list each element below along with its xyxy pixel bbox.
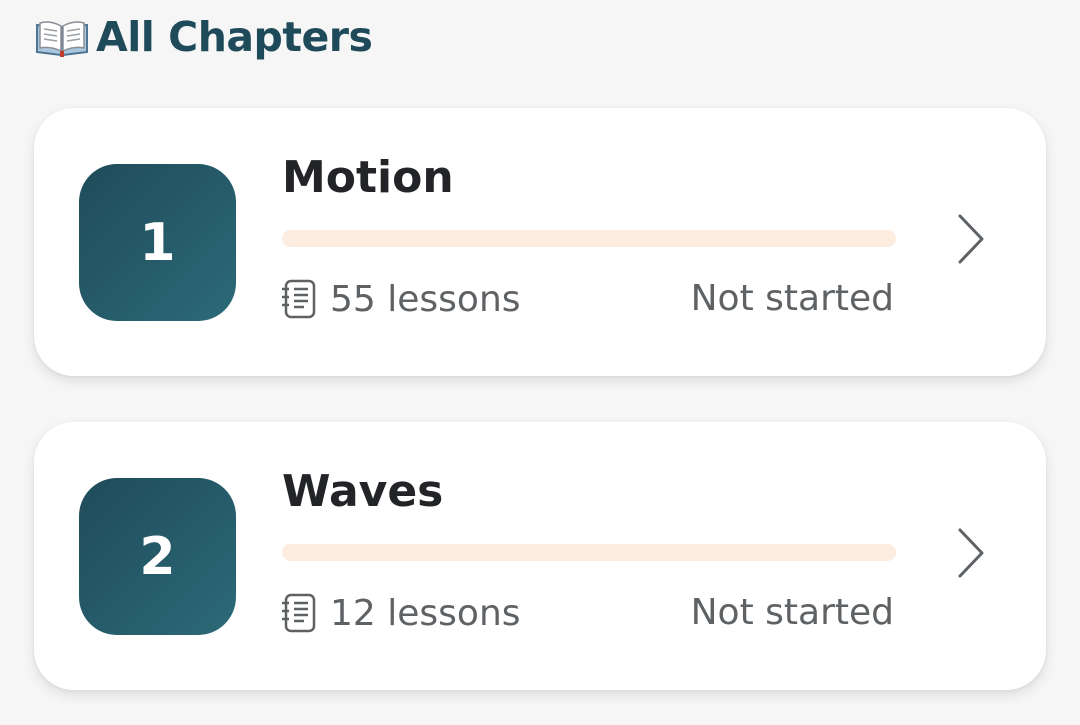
lesson-count: 55 lessons bbox=[280, 274, 521, 324]
chapter-progress-bar bbox=[282, 230, 896, 247]
chapter-card-motion[interactable]: 1 Motion 55 lessons Not started bbox=[34, 108, 1046, 376]
chapter-number-badge: 1 bbox=[79, 164, 236, 321]
chapter-progress-bar bbox=[282, 544, 896, 561]
lesson-count-text: 55 lessons bbox=[330, 278, 521, 320]
page-header: All Chapters bbox=[34, 10, 373, 64]
lesson-count-text: 12 lessons bbox=[330, 592, 521, 634]
lesson-list-icon bbox=[280, 592, 318, 634]
chapter-status: Not started bbox=[690, 592, 894, 633]
page-title: All Chapters bbox=[96, 13, 373, 61]
lesson-list-icon bbox=[280, 278, 318, 320]
chapter-status: Not started bbox=[690, 278, 894, 319]
open-book-icon bbox=[34, 17, 90, 57]
chapter-card-waves[interactable]: 2 Waves 12 lessons Not started bbox=[34, 422, 1046, 690]
lesson-count: 12 lessons bbox=[280, 588, 521, 638]
chevron-right-icon[interactable] bbox=[952, 212, 992, 266]
chapter-title: Motion bbox=[282, 152, 454, 203]
chapter-title: Waves bbox=[282, 466, 444, 517]
chapter-number-badge: 2 bbox=[79, 478, 236, 635]
chevron-right-icon[interactable] bbox=[952, 526, 992, 580]
